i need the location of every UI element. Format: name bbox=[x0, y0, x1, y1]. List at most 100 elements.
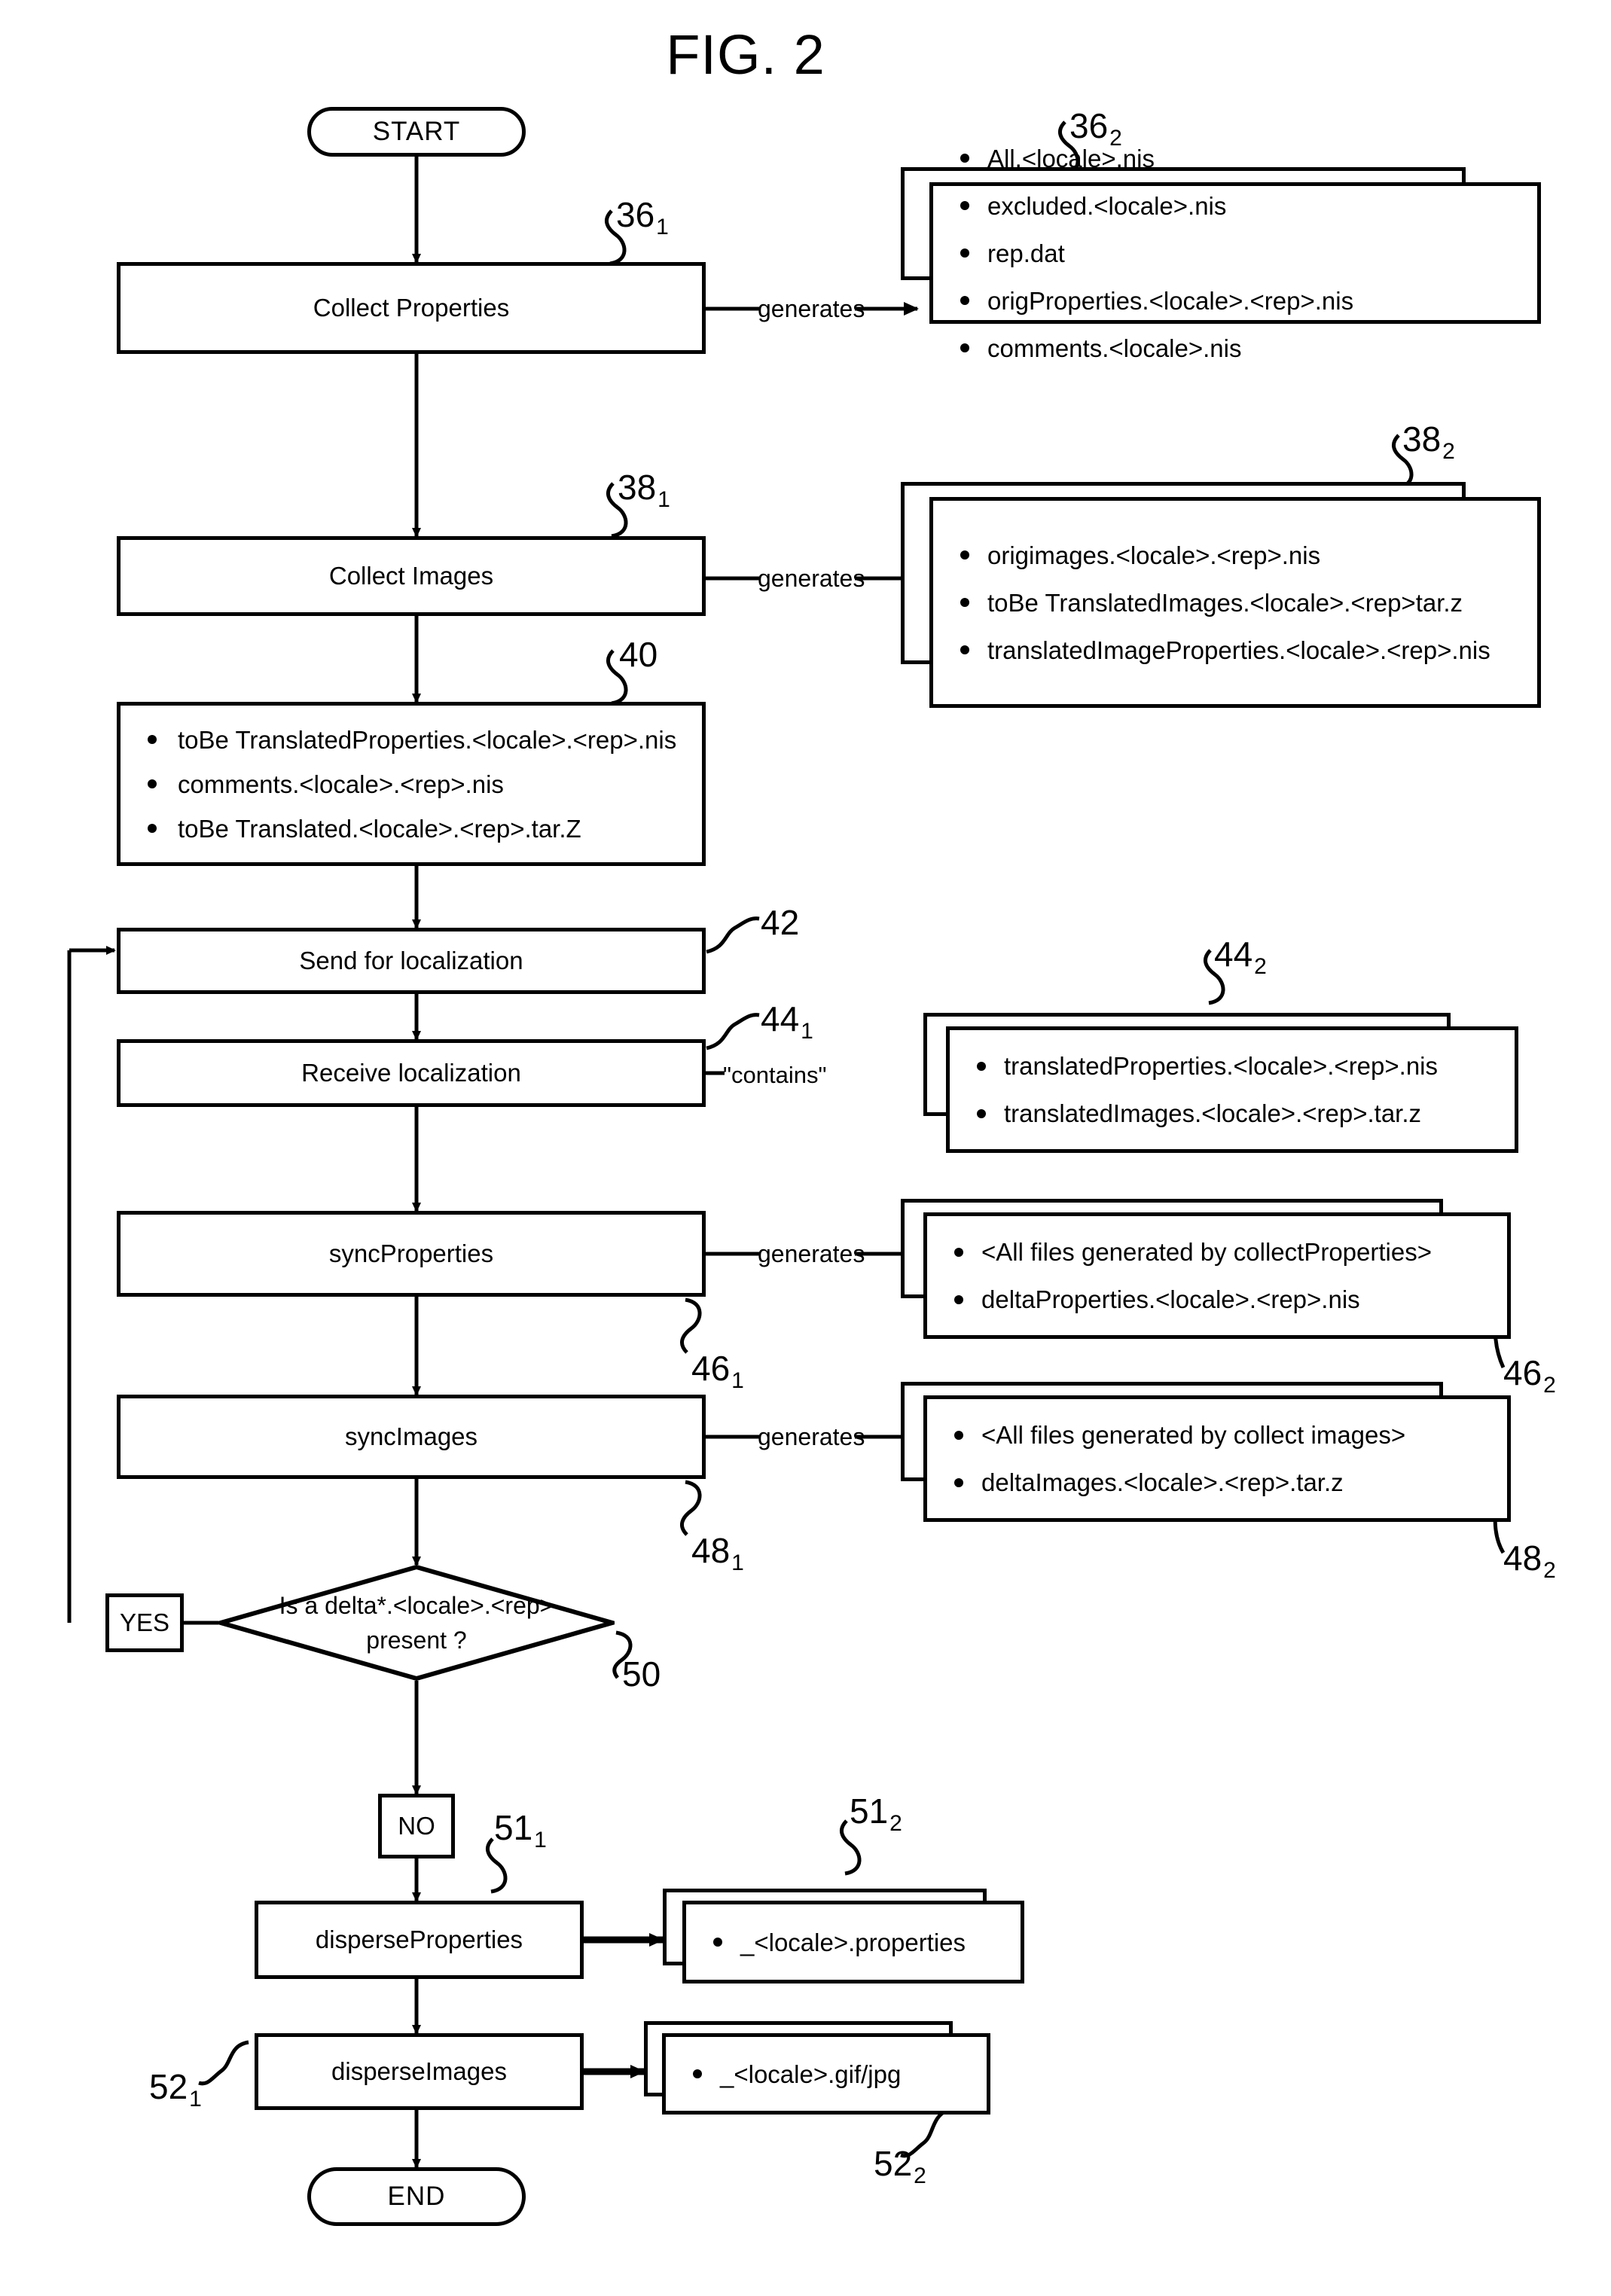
sheet-front: <All files generated by collectPropertie… bbox=[923, 1212, 1511, 1339]
process-send-for-localization[interactable]: Send for localization bbox=[117, 928, 706, 994]
list-item: <All files generated by collect images> bbox=[954, 1422, 1487, 1447]
terminal-start[interactable]: START bbox=[307, 107, 526, 157]
refnum-40: 40 bbox=[619, 635, 658, 674]
refnum-46-2-base: 46 bbox=[1503, 1353, 1542, 1392]
list-item: deltaImages.<locale>.<rep>.tar.z bbox=[954, 1470, 1487, 1495]
refnum-48-2-base: 48 bbox=[1503, 1538, 1542, 1578]
process-sync-images-label: syncImages bbox=[344, 1422, 478, 1450]
refnum-38-1-base: 38 bbox=[618, 468, 657, 507]
sheet-front: origimages.<locale>.<rep>.nis toBe Trans… bbox=[929, 497, 1541, 708]
process-disperse-properties[interactable]: disperseProperties bbox=[255, 1901, 584, 1979]
refnum-38-2-base: 38 bbox=[1402, 419, 1442, 459]
refnum-52-1: 521 bbox=[149, 2066, 202, 2112]
process-sync-images[interactable]: syncImages bbox=[117, 1395, 706, 1479]
refnum-48-1-sub: 1 bbox=[731, 1550, 744, 1575]
list-item: origProperties.<locale>.<rep>.nis bbox=[960, 288, 1518, 313]
refnum-46-1: 461 bbox=[691, 1348, 744, 1393]
refnum-38-1-sub: 1 bbox=[658, 487, 670, 512]
branch-no-label: NO bbox=[398, 1812, 435, 1840]
artifact-stack-collect-images-output: origimages.<locale>.<rep>.nis toBe Trans… bbox=[901, 482, 1541, 708]
decision-label: Is a delta*.<locale>.<rep> present ? bbox=[218, 1565, 615, 1681]
refnum-48-2: 482 bbox=[1503, 1538, 1556, 1583]
figure-canvas: FIG. 2 START Collect Properties Collect … bbox=[0, 0, 1611, 2296]
refnum-52-1-base: 52 bbox=[149, 2067, 188, 2106]
refnum-50: 50 bbox=[622, 1654, 661, 1694]
process-sync-properties[interactable]: syncProperties bbox=[117, 1211, 706, 1297]
refnum-46-1-sub: 1 bbox=[731, 1368, 744, 1393]
refnum-44-1-base: 44 bbox=[761, 999, 800, 1038]
process-collect-properties-label: Collect Properties bbox=[313, 294, 510, 322]
refnum-51-2: 512 bbox=[850, 1791, 902, 1836]
artifact-stack-sync-properties-output: <All files generated by collectPropertie… bbox=[901, 1199, 1511, 1339]
sheet-front: translatedProperties.<locale>.<rep>.nis … bbox=[946, 1026, 1518, 1153]
edge-label-generates-collect-images: generates bbox=[758, 565, 865, 592]
refnum-51-1: 511 bbox=[494, 1807, 547, 1852]
refnum-51-1-base: 51 bbox=[494, 1808, 533, 1847]
refnum-51-2-sub: 2 bbox=[889, 1811, 902, 1836]
refnum-38-2: 382 bbox=[1402, 419, 1455, 464]
process-receive-localization[interactable]: Receive localization bbox=[117, 1039, 706, 1107]
refnum-44-1-sub: 1 bbox=[801, 1019, 813, 1044]
refnum-52-2-sub: 2 bbox=[914, 2163, 926, 2188]
list-item: toBe Translated.<locale>.<rep>.tar.Z bbox=[148, 816, 681, 841]
sheet-front: _<locale>.properties bbox=[682, 1901, 1024, 1983]
decision-delta-present[interactable]: Is a delta*.<locale>.<rep> present ? bbox=[212, 1564, 621, 1682]
process-receive-localization-label: Receive localization bbox=[301, 1059, 521, 1087]
edge-label-contains: "contains" bbox=[723, 1062, 827, 1088]
refnum-52-2: 522 bbox=[874, 2143, 926, 2188]
decision-label-line2: present ? bbox=[366, 1627, 467, 1654]
refnum-48-2-sub: 2 bbox=[1543, 1558, 1556, 1583]
list-item: rep.dat bbox=[960, 241, 1518, 266]
list-item: All.<locale>.nis bbox=[960, 146, 1518, 171]
process-sync-properties-label: syncProperties bbox=[328, 1239, 494, 1267]
list-item: translatedProperties.<locale>.<rep>.nis bbox=[977, 1053, 1495, 1078]
artifact-box-to-be-translated: toBe TranslatedProperties.<locale>.<rep>… bbox=[117, 702, 706, 866]
artifact-stack-disperse-properties-output: _<locale>.properties bbox=[663, 1889, 1024, 1983]
refnum-46-2: 462 bbox=[1503, 1352, 1556, 1398]
refnum-48-1-base: 48 bbox=[691, 1531, 731, 1570]
branch-yes[interactable]: YES bbox=[105, 1593, 184, 1652]
refnum-46-1-base: 46 bbox=[691, 1349, 731, 1388]
refnum-36-2-sub: 2 bbox=[1109, 126, 1122, 151]
process-collect-images[interactable]: Collect Images bbox=[117, 536, 706, 616]
refnum-36-1-sub: 1 bbox=[656, 215, 669, 239]
refnum-44-2-base: 44 bbox=[1214, 935, 1253, 974]
process-disperse-properties-label: disperseProperties bbox=[315, 1926, 523, 1953]
terminal-end-label: END bbox=[387, 2182, 446, 2211]
refnum-36-1-base: 36 bbox=[616, 195, 655, 234]
branch-no[interactable]: NO bbox=[378, 1794, 455, 1858]
terminal-end[interactable]: END bbox=[307, 2167, 526, 2226]
list-item: toBe TranslatedProperties.<locale>.<rep>… bbox=[148, 727, 681, 752]
branch-yes-label: YES bbox=[119, 1608, 170, 1636]
refnum-36-2: 362 bbox=[1069, 105, 1122, 151]
refnum-36-2-base: 36 bbox=[1069, 106, 1109, 145]
process-disperse-images[interactable]: disperseImages bbox=[255, 2033, 584, 2110]
artifact-stack-disperse-images-output: _<locale>.gif/jpg bbox=[644, 2021, 990, 2115]
decision-label-line1: Is a delta*.<locale>.<rep> bbox=[279, 1591, 554, 1619]
sheet-front: All.<locale>.nis excluded.<locale>.nis r… bbox=[929, 146, 1541, 361]
edge-label-generates-collect-properties: generates bbox=[758, 295, 865, 322]
sheet-front: _<locale>.gif/jpg bbox=[662, 2033, 990, 2115]
refnum-42: 42 bbox=[761, 903, 800, 942]
refnum-46-2-sub: 2 bbox=[1543, 1373, 1556, 1398]
artifact-stack-collect-properties-output: All.<locale>.nis excluded.<locale>.nis r… bbox=[901, 146, 1541, 361]
list-item: <All files generated by collectPropertie… bbox=[954, 1239, 1487, 1264]
refnum-36-1: 361 bbox=[616, 194, 669, 239]
list-item: translatedImages.<locale>.<rep>.tar.z bbox=[977, 1101, 1495, 1126]
process-disperse-images-label: disperseImages bbox=[331, 2057, 507, 2085]
refnum-38-2-sub: 2 bbox=[1442, 439, 1455, 464]
refnum-38-1: 381 bbox=[618, 467, 670, 512]
list-item: excluded.<locale>.nis bbox=[960, 194, 1518, 218]
refnum-44-2-sub: 2 bbox=[1254, 954, 1267, 979]
sheet-front: <All files generated by collect images> … bbox=[923, 1395, 1511, 1522]
list-item: comments.<locale>.<rep>.nis bbox=[148, 772, 681, 797]
refnum-52-1-sub: 1 bbox=[189, 2087, 202, 2112]
list-item: _<locale>.properties bbox=[713, 1930, 1001, 1955]
process-collect-images-label: Collect Images bbox=[328, 562, 494, 590]
list-item: deltaProperties.<locale>.<rep>.nis bbox=[954, 1287, 1487, 1312]
refnum-44-2: 442 bbox=[1214, 934, 1267, 979]
figure-title: FIG. 2 bbox=[666, 23, 825, 86]
refnum-51-1-sub: 1 bbox=[534, 1828, 547, 1852]
process-collect-properties[interactable]: Collect Properties bbox=[117, 262, 706, 354]
artifact-stack-receive-localization-contains: translatedProperties.<locale>.<rep>.nis … bbox=[923, 1013, 1518, 1153]
